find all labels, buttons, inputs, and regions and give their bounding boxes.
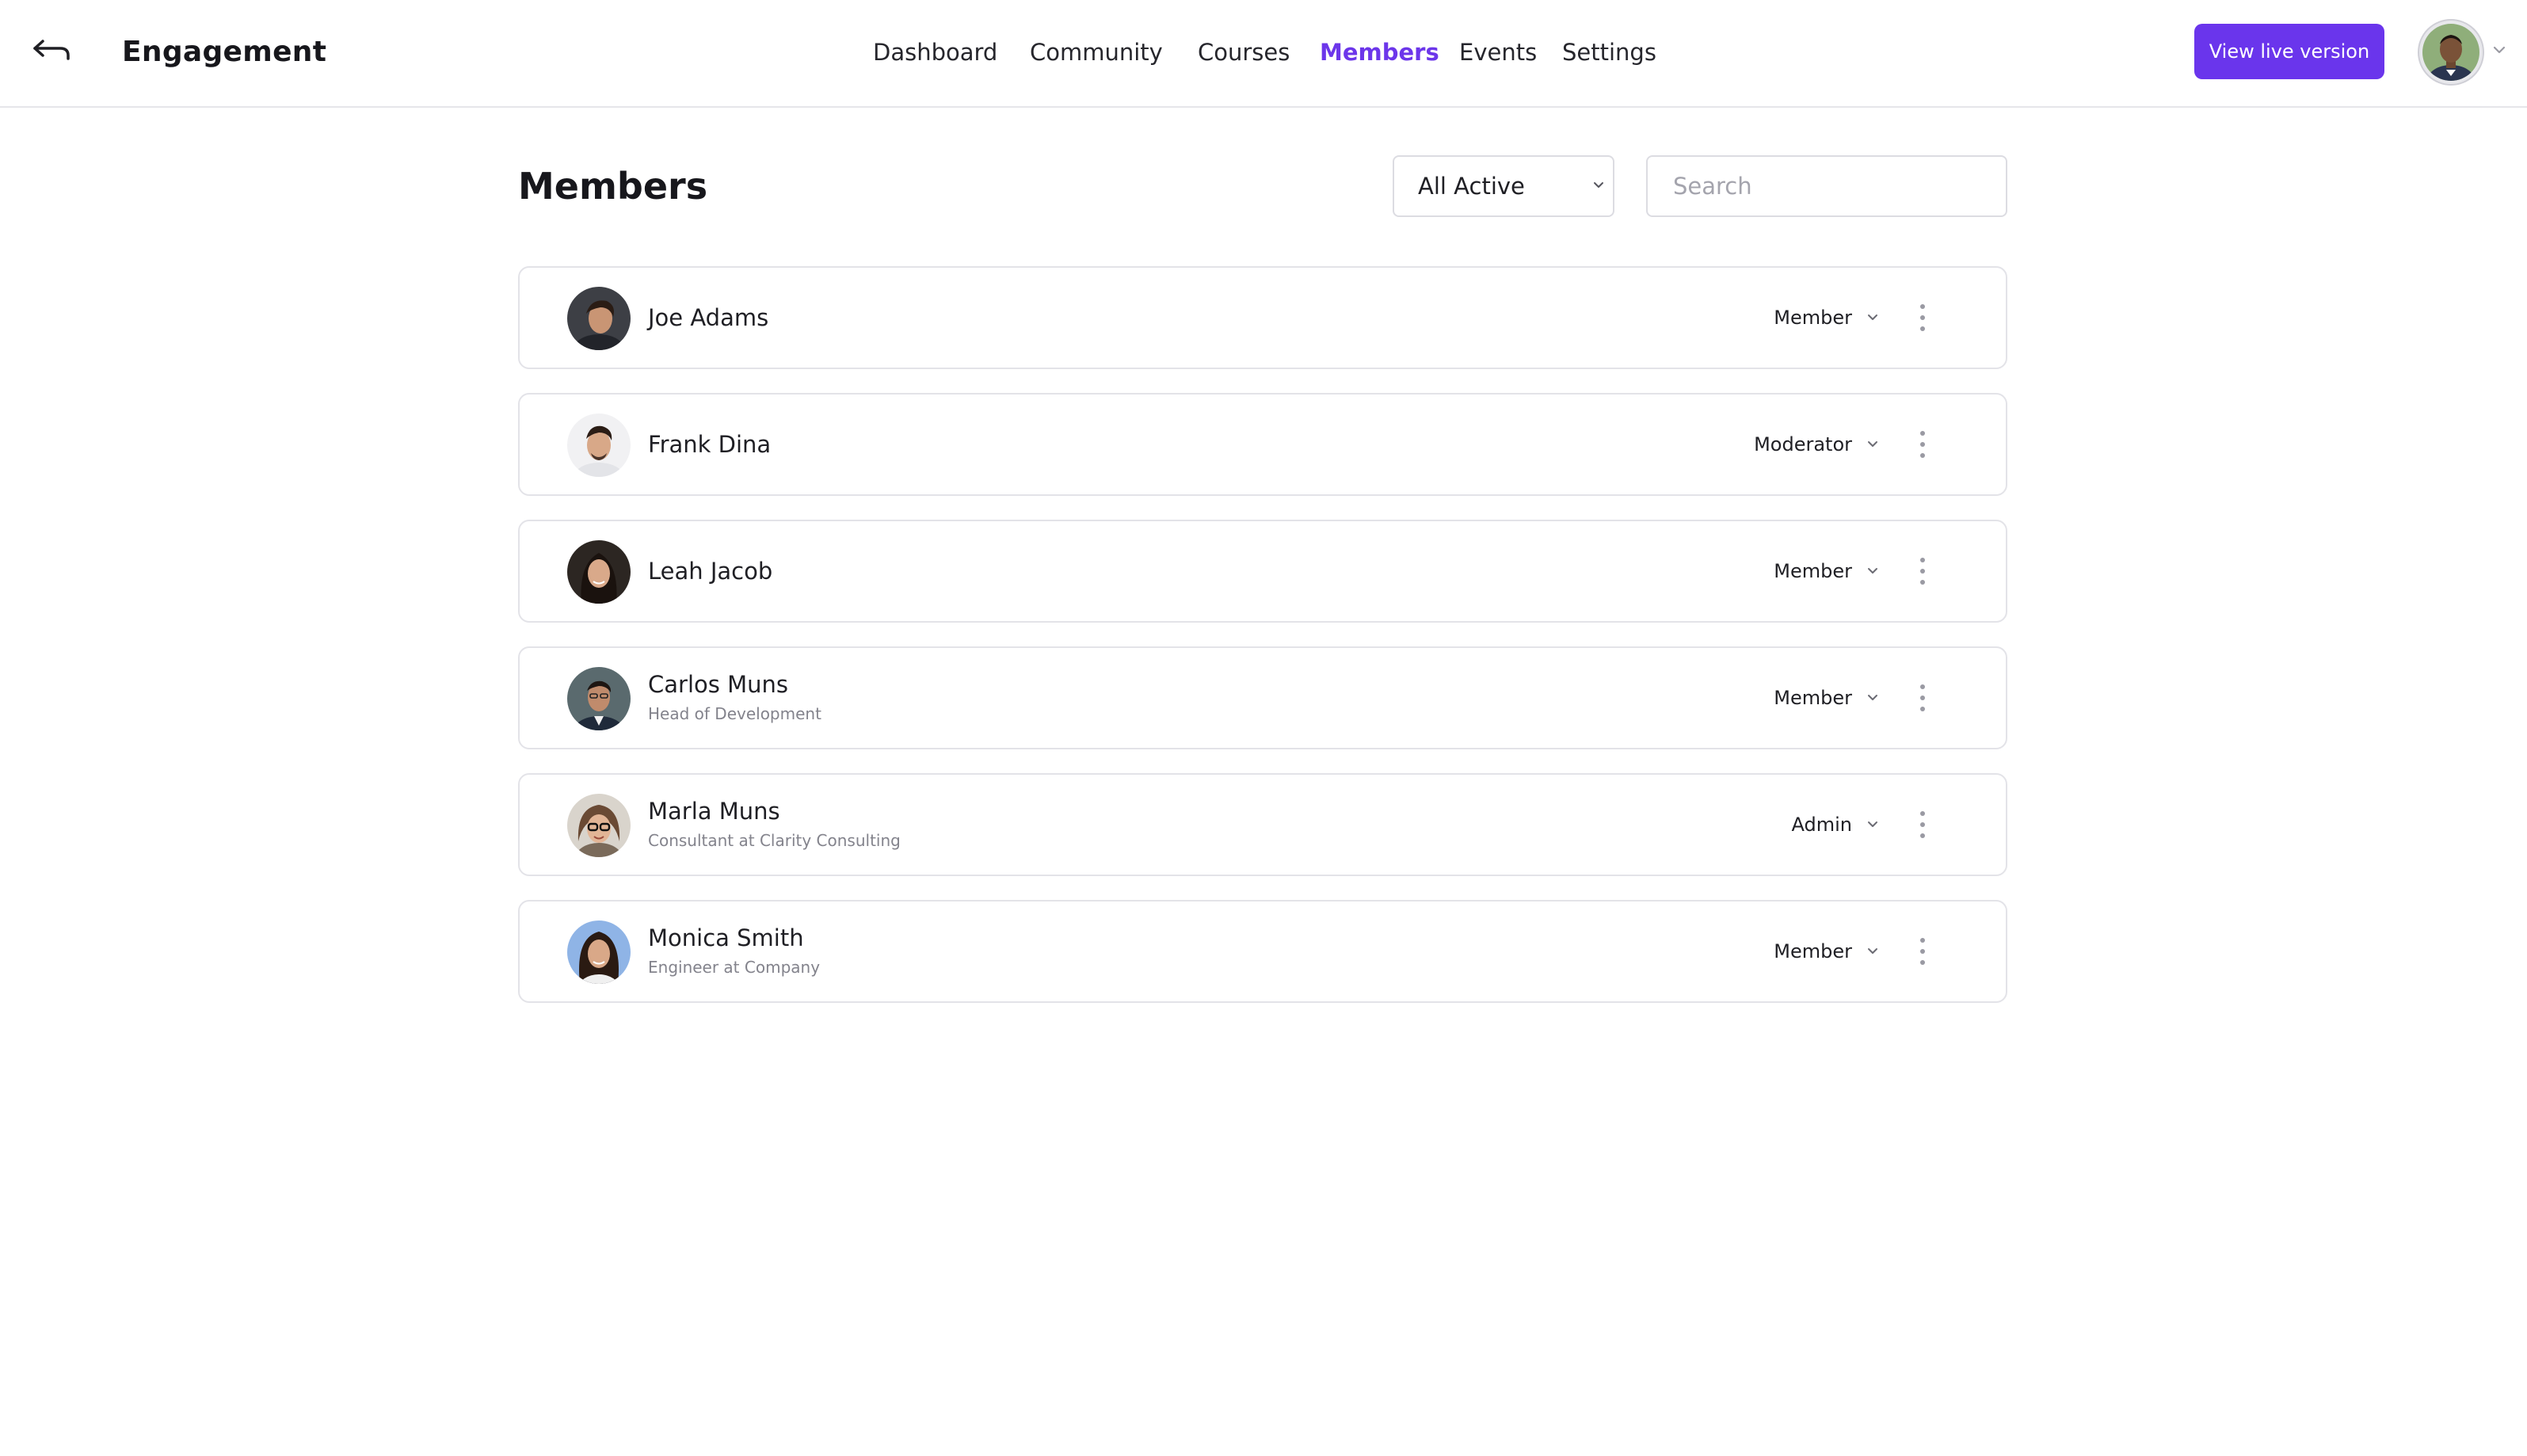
view-live-version-button[interactable]: View live version: [2194, 24, 2384, 79]
member-role: Member: [1774, 560, 1852, 582]
chevron-down-icon: [1868, 314, 1877, 320]
member-name[interactable]: Frank Dina: [648, 426, 771, 463]
chevron-down-icon: [2493, 46, 2506, 54]
member-name[interactable]: Marla Muns: [648, 794, 780, 829]
status-filter-select[interactable]: All Active: [1393, 155, 1614, 217]
status-filter-value: All Active: [1418, 173, 1525, 200]
profile-menu[interactable]: [2418, 19, 2513, 86]
member-row: Joe Adams Member: [518, 266, 2007, 369]
member-avatar: [567, 540, 631, 604]
member-row: Frank Dina Moderator: [518, 393, 2007, 496]
member-more-button[interactable]: [1911, 933, 1934, 970]
page-title: Members: [518, 165, 708, 208]
nav-community[interactable]: Community: [1030, 32, 1163, 73]
member-role: Member: [1774, 687, 1852, 709]
member-name[interactable]: Joe Adams: [648, 299, 768, 336]
member-name[interactable]: Monica Smith: [648, 920, 804, 955]
more-vertical-icon: [1920, 431, 1925, 458]
member-avatar: [567, 414, 631, 477]
chevron-down-icon: [1868, 695, 1877, 700]
member-more-button[interactable]: [1911, 299, 1934, 336]
member-row: Leah Jacob Member: [518, 520, 2007, 623]
search-input[interactable]: [1646, 155, 2007, 217]
more-vertical-icon: [1920, 558, 1925, 585]
member-avatar: [567, 794, 631, 857]
more-vertical-icon: [1920, 938, 1925, 965]
nav-dashboard[interactable]: Dashboard: [873, 32, 997, 73]
member-more-button[interactable]: [1911, 680, 1934, 716]
nav-members[interactable]: Members: [1320, 32, 1439, 73]
chevron-down-icon: [1868, 948, 1877, 954]
member-role-select[interactable]: Admin: [1792, 806, 1880, 843]
nav-settings[interactable]: Settings: [1562, 32, 1656, 73]
back-button[interactable]: [29, 32, 76, 73]
chevron-down-icon: [1594, 182, 1603, 188]
member-row: Monica Smith Engineer at Company Member: [518, 900, 2007, 1003]
member-row: Carlos Muns Head of Development Member: [518, 646, 2007, 749]
member-row: Marla Muns Consultant at Clarity Consult…: [518, 773, 2007, 876]
more-vertical-icon: [1920, 304, 1925, 331]
nav-events[interactable]: Events: [1459, 32, 1537, 73]
member-role-select[interactable]: Moderator: [1754, 426, 1879, 463]
member-avatar: [567, 287, 631, 350]
member-avatar: [567, 667, 631, 730]
member-role-select[interactable]: Member: [1774, 553, 1879, 589]
more-vertical-icon: [1920, 684, 1925, 711]
more-vertical-icon: [1920, 811, 1925, 838]
member-role-select[interactable]: Member: [1774, 680, 1879, 716]
member-role: Moderator: [1754, 433, 1852, 455]
member-role: Member: [1774, 307, 1852, 329]
back-arrow-icon: [33, 40, 70, 60]
member-name[interactable]: Leah Jacob: [648, 553, 772, 589]
member-subtitle: Consultant at Clarity Consulting: [648, 831, 901, 850]
member-role: Member: [1774, 940, 1852, 962]
user-avatar: [2418, 19, 2484, 86]
member-role-select[interactable]: Member: [1774, 299, 1879, 336]
top-bar: Engagement Dashboard Community Courses M…: [0, 0, 2527, 108]
app-title: Engagement: [122, 36, 327, 68]
member-more-button[interactable]: [1911, 806, 1934, 843]
nav-courses[interactable]: Courses: [1198, 32, 1290, 73]
member-role: Admin: [1791, 814, 1853, 836]
member-avatar: [567, 920, 631, 984]
member-role-select[interactable]: Member: [1774, 933, 1879, 970]
chevron-down-icon: [1868, 441, 1877, 447]
member-name[interactable]: Carlos Muns: [648, 667, 788, 702]
member-more-button[interactable]: [1911, 426, 1934, 463]
member-subtitle: Head of Development: [648, 704, 821, 723]
member-subtitle: Engineer at Company: [648, 958, 821, 977]
chevron-down-icon: [1868, 568, 1877, 574]
member-more-button[interactable]: [1911, 553, 1934, 589]
chevron-down-icon: [1868, 821, 1877, 827]
